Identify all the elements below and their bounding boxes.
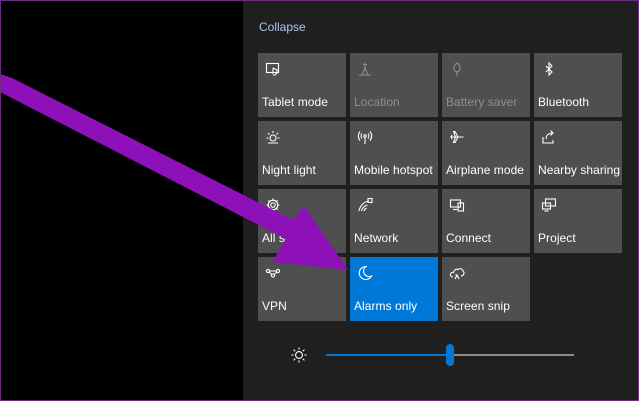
tile-connect[interactable]: Connect (442, 189, 530, 253)
tile-label: Airplane mode (446, 163, 525, 177)
tile-label: Network (354, 231, 399, 245)
screen-snip-icon (447, 263, 467, 283)
tile-mobile-hotspot[interactable]: Mobile hotspot (350, 121, 438, 185)
location-icon (355, 59, 375, 79)
tile-label: Screen snip (446, 299, 510, 313)
brightness-slider-fill[interactable] (326, 354, 450, 356)
gear-icon (263, 195, 283, 215)
tile-alarms-only[interactable]: Alarms only (350, 257, 438, 321)
battery-saver-icon (447, 59, 467, 79)
tile-all-settings[interactable]: All settings (258, 189, 346, 253)
nearby-sharing-icon (539, 127, 559, 147)
tile-label: Tablet mode (262, 95, 328, 109)
airplane-icon (447, 127, 467, 147)
vpn-icon (263, 263, 283, 283)
tile-label: Night light (262, 163, 316, 177)
tile-location[interactable]: Location (350, 53, 438, 117)
tile-nearby-sharing[interactable]: Nearby sharing (534, 121, 622, 185)
tile-label: Project (538, 231, 576, 245)
tablet-mode-icon (263, 59, 283, 79)
connect-icon (447, 195, 467, 215)
tile-label: Location (354, 95, 400, 109)
tile-screen-snip[interactable]: Screen snip (442, 257, 530, 321)
project-icon (539, 195, 559, 215)
tile-vpn[interactable]: VPN (258, 257, 346, 321)
tile-airplane-mode[interactable]: Airplane mode (442, 121, 530, 185)
moon-icon (355, 263, 375, 283)
night-light-icon (263, 127, 283, 147)
tile-label: Alarms only (354, 299, 418, 313)
mobile-hotspot-icon (355, 127, 375, 147)
tile-label: VPN (262, 299, 287, 313)
desktop-background (0, 0, 243, 401)
tile-label: Connect (446, 231, 492, 245)
brightness-slider-track[interactable] (450, 354, 574, 356)
tile-project[interactable]: Project (534, 189, 622, 253)
tile-network[interactable]: Network (350, 189, 438, 253)
tile-label: All settings (262, 231, 321, 245)
network-icon (355, 195, 375, 215)
tile-battery-saver[interactable]: Battery saver (442, 53, 530, 117)
tile-label: Bluetooth (538, 95, 590, 109)
tile-tablet-mode[interactable]: Tablet mode (258, 53, 346, 117)
tile-label: Battery saver (446, 95, 518, 109)
brightness-slider-thumb[interactable] (446, 344, 454, 366)
tile-bluetooth[interactable]: Bluetooth (534, 53, 622, 117)
collapse-link[interactable]: Collapse (259, 20, 306, 34)
tile-label: Nearby sharing (538, 163, 621, 177)
brightness-icon (289, 345, 309, 365)
tile-label: Mobile hotspot (354, 163, 433, 177)
bluetooth-icon (539, 59, 559, 79)
tile-night-light[interactable]: Night light (258, 121, 346, 185)
